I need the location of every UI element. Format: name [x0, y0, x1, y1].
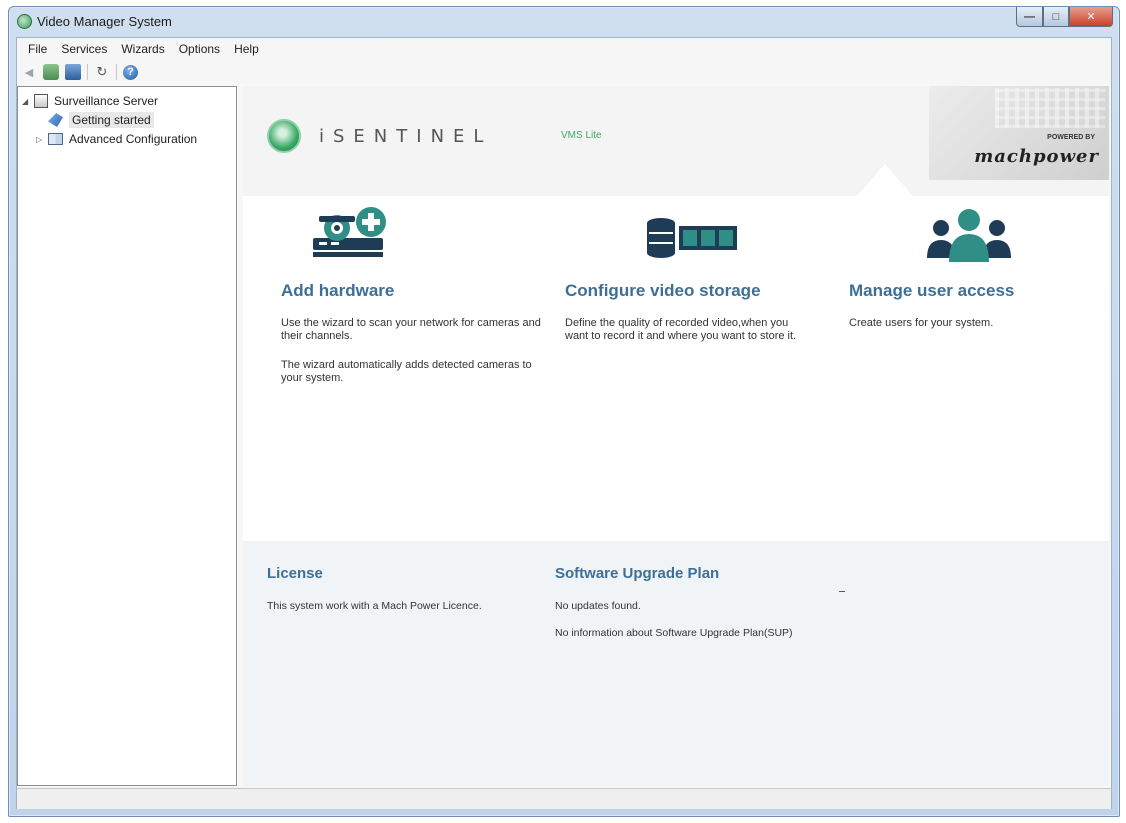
sup-block: Software Upgrade Plan No updates found. … — [555, 565, 805, 640]
license-title: License — [267, 565, 323, 582]
users-icon[interactable] — [43, 64, 59, 80]
license-block: License This system work with a Mach Pow… — [267, 565, 507, 613]
header-notch — [857, 164, 913, 196]
tree-item-getting-started[interactable]: Getting started — [48, 111, 154, 129]
menu-bar: File Services Wizards Options Help — [17, 38, 1111, 60]
tree-item-surveillance-server[interactable]: ◢ Surveillance Server — [22, 92, 158, 110]
back-icon[interactable]: ◀ — [21, 64, 37, 80]
sup-information: No information about Software Upgrade Pl… — [555, 627, 793, 639]
app-window: Video Manager System — □ ✕ File Services… — [8, 6, 1120, 817]
add-hardware-description: Use the wizard to scan your network for … — [281, 317, 541, 342]
add-hardware-link[interactable]: Add hardware — [281, 281, 541, 301]
menu-help[interactable]: Help — [227, 42, 266, 56]
brand-edition: VMS Lite — [561, 130, 602, 141]
powered-by-text: POWERED BY — [1047, 134, 1095, 141]
navigation-tree: ◢ Surveillance Server Getting started ▷ … — [17, 86, 237, 786]
user-access-description: Create users for your system. — [849, 317, 994, 329]
status-bar — [17, 788, 1111, 809]
machpower-logo: machpower — [974, 146, 1099, 167]
status-section: License This system work with a Mach Pow… — [243, 541, 1109, 786]
toolbar: ◀ ↻ ? — [17, 60, 1111, 84]
tree-label: Getting started — [69, 112, 154, 128]
video-storage-icon[interactable] — [643, 214, 743, 274]
brand-name: iSENTINEL — [319, 126, 493, 147]
sup-status: No updates found. — [555, 600, 641, 612]
user-access-icon[interactable] — [919, 206, 1019, 266]
window-controls: — □ ✕ — [1016, 7, 1113, 27]
help-icon[interactable]: ? — [123, 64, 138, 80]
tree-label: Advanced Configuration — [69, 132, 198, 146]
collapse-arrow-icon[interactable]: ◢ — [22, 97, 34, 106]
toolbar-separator — [87, 64, 88, 80]
window-title: Video Manager System — [37, 14, 172, 29]
getting-started-panel: iSENTINEL VMS Lite POWERED BY machpower — [243, 86, 1109, 786]
task-configure-video-storage: Configure video storage Define the quali… — [565, 281, 805, 343]
app-logo-icon — [17, 14, 32, 29]
circuit-pattern — [995, 88, 1105, 128]
tree-label: Surveillance Server — [54, 94, 159, 108]
configure-video-storage-link[interactable]: Configure video storage — [565, 281, 805, 301]
server-icon — [34, 94, 48, 108]
manage-user-access-link[interactable]: Manage user access — [849, 281, 1089, 301]
close-button[interactable]: ✕ — [1069, 7, 1113, 27]
menu-wizards[interactable]: Wizards — [114, 42, 171, 56]
refresh-icon[interactable]: ↻ — [94, 64, 110, 80]
add-hardware-icon[interactable] — [309, 206, 399, 266]
toolbar-separator — [116, 64, 117, 80]
task-manage-user-access: Manage user access Create users for your… — [849, 281, 1089, 330]
book-icon — [48, 133, 63, 145]
minimize-button[interactable]: — — [1016, 7, 1043, 27]
maximize-button[interactable]: □ — [1043, 7, 1069, 27]
isentinel-logo-icon — [267, 119, 301, 153]
tree-item-advanced-configuration[interactable]: ▷ Advanced Configuration — [36, 130, 197, 148]
video-storage-description: Define the quality of recorded video,whe… — [565, 317, 797, 342]
menu-file[interactable]: File — [21, 42, 54, 56]
powered-by-banner: POWERED BY machpower — [929, 86, 1109, 180]
sup-title: Software Upgrade Plan — [555, 565, 720, 582]
getting-started-icon — [48, 113, 63, 127]
task-add-hardware: Add hardware Use the wizard to scan your… — [281, 281, 541, 385]
license-description: This system work with a Mach Power Licen… — [267, 600, 482, 612]
divider-dash — [839, 591, 845, 592]
menu-services[interactable]: Services — [54, 42, 114, 56]
save-icon[interactable] — [65, 64, 81, 80]
expand-arrow-icon[interactable]: ▷ — [36, 135, 48, 144]
brand-header: iSENTINEL VMS Lite POWERED BY machpower — [243, 86, 1109, 196]
add-hardware-description-2: The wizard automatically adds detected c… — [281, 359, 532, 384]
menu-options[interactable]: Options — [172, 42, 227, 56]
client-area: File Services Wizards Options Help ◀ ↻ ?… — [16, 37, 1112, 809]
title-bar[interactable]: Video Manager System — □ ✕ — [9, 7, 1119, 37]
